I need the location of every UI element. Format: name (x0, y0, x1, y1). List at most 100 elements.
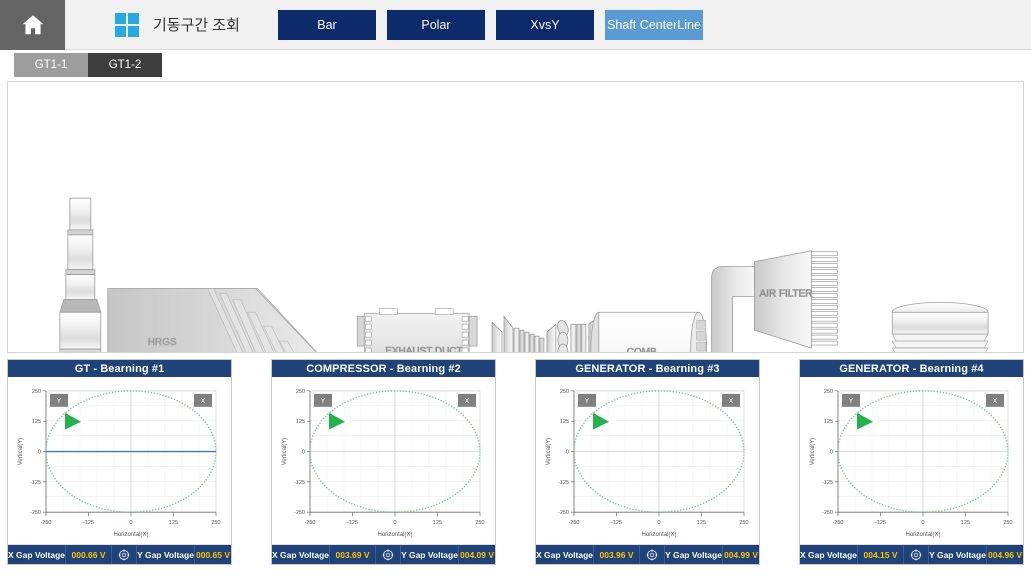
corner-button-y: Y (842, 393, 860, 407)
svg-text:X: X (729, 398, 734, 405)
chart-card-bearing-4: GENERATOR - Bearning #4 250 125 0 -125 -… (799, 359, 1024, 565)
svg-text:-250: -250 (558, 510, 569, 516)
y-gap-voltage-value-3: 004.99 V (723, 549, 759, 560)
chart-footer-2: X Gap Voltage 003.69 V Y Gap Voltage 004… (272, 545, 495, 564)
svg-text:0: 0 (830, 450, 833, 456)
svg-text:125: 125 (433, 520, 442, 526)
svg-text:0: 0 (129, 520, 132, 526)
svg-text:Vertical(Y): Vertical(Y) (810, 438, 816, 465)
svg-text:250: 250 (32, 389, 41, 395)
svg-text:Horizontal(X): Horizontal(X) (114, 532, 149, 538)
svg-text:X: X (201, 398, 206, 405)
nav-button-xvsy[interactable]: XvsY (495, 9, 594, 40)
y-gap-voltage-label-1: Y Gap Voltage (137, 545, 195, 564)
air-filter-label: AIR FILTER (760, 288, 813, 299)
chart-title-3: GENERATOR - Bearning #3 (536, 360, 759, 377)
target-icon-3[interactable] (640, 545, 665, 564)
svg-text:250: 250 (296, 389, 305, 395)
x-gap-voltage-label-1: X Gap Voltage (8, 545, 66, 564)
svg-text:125: 125 (697, 520, 706, 526)
svg-text:250: 250 (739, 520, 748, 526)
x-gap-voltage-value-3: 003.96 V (594, 545, 640, 564)
chart-footer-3: X Gap Voltage 003.96 V Y Gap Voltage 004… (536, 545, 759, 564)
air-filter-shape: AIR FILTER (711, 250, 838, 352)
x-gap-voltage-label-3: X Gap Voltage (536, 545, 594, 564)
svg-text:-125: -125 (822, 480, 833, 486)
chart-title-2: COMPRESSOR - Bearning #2 (272, 360, 495, 377)
corner-button-y: Y (314, 393, 332, 407)
svg-text:-125: -125 (558, 480, 569, 486)
svg-text:-125: -125 (83, 520, 94, 526)
nav-button-polar[interactable]: Polar (386, 9, 485, 40)
chart-title-4: GENERATOR - Bearning #4 (800, 360, 1023, 377)
y-gap-voltage-value-1: 000.65 V (195, 549, 231, 560)
svg-text:250: 250 (560, 389, 569, 395)
x-gap-voltage-value-4: 004.15 V (858, 545, 904, 564)
page-title: 기동구간 조회 (153, 17, 240, 34)
generator-shape: GENERATOR (891, 301, 989, 352)
shaft-centerline-plot-3: 250 125 0 -125 -250 -250 -125 0 125 250 … (536, 377, 759, 544)
corner-button-x: X (986, 393, 1004, 407)
svg-text:0: 0 (38, 450, 41, 456)
nav-button-bar[interactable]: Bar (277, 9, 376, 40)
y-gap-voltage-label-2: Y Gap Voltage (401, 545, 459, 564)
x-gap-voltage-label-2: X Gap Voltage (272, 545, 330, 564)
svg-text:Y: Y (585, 398, 590, 405)
svg-text:-250: -250 (822, 510, 833, 516)
y-gap-voltage-label-3: Y Gap Voltage (665, 545, 723, 564)
grid-logo-icon (115, 12, 139, 37)
tab-gt1-1[interactable]: GT1-1 (14, 53, 88, 77)
corner-button-x: X (458, 393, 476, 407)
x-gap-voltage-value-1: 000.66 V (66, 545, 112, 564)
chart-card-bearing-2: COMPRESSOR - Bearning #2 250 125 0 -125 … (271, 359, 496, 565)
chart-row: GT - Bearning #1 250 125 0 -125 -250 -25… (0, 353, 1031, 569)
shaft-centerline-plot-1: 250 125 0 -125 -250 -250 -125 0 125 250 … (8, 377, 231, 544)
chart-title-1: GT - Bearning #1 (8, 360, 231, 377)
chart-plot-3[interactable]: 250 125 0 -125 -250 -250 -125 0 125 250 … (536, 377, 759, 545)
svg-text:Y: Y (57, 398, 62, 405)
svg-text:-125: -125 (347, 520, 358, 526)
svg-text:Vertical(Y): Vertical(Y) (282, 438, 288, 465)
svg-text:Vertical(Y): Vertical(Y) (546, 438, 552, 465)
svg-text:0: 0 (393, 520, 396, 526)
svg-text:0: 0 (657, 520, 660, 526)
svg-text:-250: -250 (569, 520, 580, 526)
tab-gt1-2[interactable]: GT1-2 (88, 53, 162, 77)
hrsg-shape: HRGS (107, 288, 318, 352)
svg-text:0: 0 (566, 450, 569, 456)
svg-text:125: 125 (961, 520, 970, 526)
svg-text:Vertical(Y): Vertical(Y) (18, 438, 24, 465)
chart-plot-1[interactable]: 250 125 0 -125 -250 -250 -125 0 125 250 … (8, 377, 231, 545)
y-gap-voltage-value-2: 004.09 V (459, 549, 495, 560)
svg-text:250: 250 (211, 520, 220, 526)
svg-text:0: 0 (921, 520, 924, 526)
target-icon-1[interactable] (112, 545, 137, 564)
x-gap-voltage-value-2: 003.69 V (330, 545, 376, 564)
corner-button-x: X (194, 393, 212, 407)
chart-card-bearing-3: GENERATOR - Bearning #3 250 125 0 -125 -… (535, 359, 760, 565)
chart-card-bearing-1: GT - Bearning #1 250 125 0 -125 -250 -25… (7, 359, 232, 565)
nav-button-group: Bar Polar XvsY Shaft CenterLine (277, 9, 703, 40)
comb-shape: COMB (590, 311, 708, 352)
svg-text:Y: Y (849, 398, 854, 405)
exhaust-duct-label: EXHAUST DUCT (385, 346, 462, 352)
target-icon-2[interactable] (376, 545, 401, 564)
svg-text:Y: Y (321, 398, 326, 405)
chart-plot-4[interactable]: 250 125 0 -125 -250 -250 -125 0 125 250 … (800, 377, 1023, 545)
chart-plot-2[interactable]: 250 125 0 -125 -250 -250 -125 0 125 250 … (272, 377, 495, 545)
y-gap-voltage-label-4: Y Gap Voltage (929, 545, 987, 564)
home-button[interactable] (0, 0, 65, 50)
machinery-diagram: HRGS EXHAUST DUCT AIR FILTER (59, 197, 989, 352)
x-gap-voltage-label-4: X Gap Voltage (800, 545, 858, 564)
svg-text:-125: -125 (875, 520, 886, 526)
hrsg-label: HRGS (148, 337, 177, 348)
target-icon-4[interactable] (904, 545, 929, 564)
svg-text:125: 125 (296, 419, 305, 425)
svg-text:250: 250 (475, 520, 484, 526)
svg-text:-250: -250 (30, 510, 41, 516)
svg-text:-250: -250 (294, 510, 305, 516)
machinery-diagram-panel: HRGS EXHAUST DUCT AIR FILTER (7, 81, 1024, 353)
shaft-centerline-plot-2: 250 125 0 -125 -250 -250 -125 0 125 250 … (272, 377, 495, 544)
svg-text:-250: -250 (833, 520, 844, 526)
nav-button-shaft-centerline[interactable]: Shaft CenterLine (604, 9, 703, 40)
